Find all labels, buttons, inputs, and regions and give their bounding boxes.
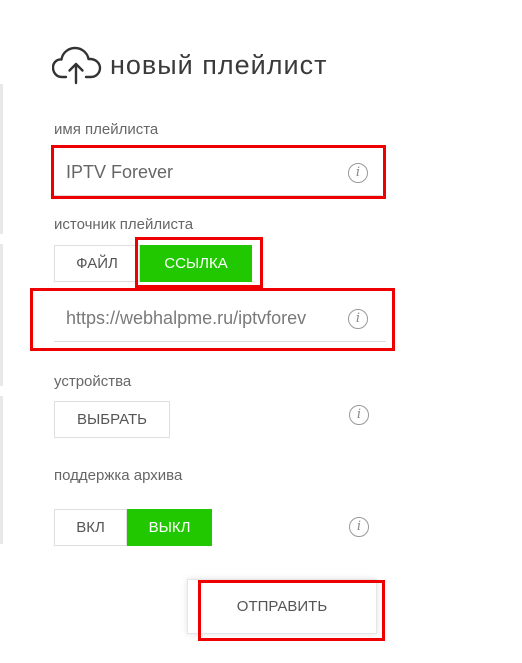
- playlist-name-label: имя плейлиста: [54, 121, 159, 138]
- info-icon[interactable]: i: [349, 405, 369, 425]
- submit-button[interactable]: ОТПРАВИТЬ: [187, 579, 377, 634]
- page-header: новый плейлист: [52, 44, 327, 86]
- left-edge-fragment: [0, 396, 3, 544]
- devices-label: устройства: [54, 373, 132, 390]
- playlist-name-value: IPTV Forever: [66, 162, 174, 182]
- left-edge-fragment: [0, 84, 3, 234]
- info-icon[interactable]: i: [349, 517, 369, 537]
- playlist-source-label: источник плейлиста: [54, 216, 194, 233]
- archive-off-button[interactable]: ВЫКЛ: [127, 509, 212, 546]
- page-title: новый плейлист: [110, 49, 328, 80]
- source-file-button[interactable]: ФАЙЛ: [54, 245, 140, 282]
- info-icon[interactable]: i: [348, 309, 368, 329]
- info-icon[interactable]: i: [348, 163, 368, 183]
- archive-support-label: поддержка архива: [54, 467, 183, 484]
- choose-devices-button[interactable]: ВЫБРАТЬ: [54, 401, 170, 438]
- playlist-url-value: https://webhalpme.ru/iptvforev: [66, 308, 307, 328]
- playlist-url-input[interactable]: https://webhalpme.ru/iptvforev i: [54, 296, 386, 342]
- archive-on-button[interactable]: ВКЛ: [54, 509, 127, 546]
- source-link-button[interactable]: ССЫЛКА: [140, 245, 252, 282]
- left-edge-fragment: [0, 244, 3, 386]
- cloud-upload-icon: [52, 46, 102, 85]
- playlist-name-input[interactable]: IPTV Forever i: [54, 150, 382, 196]
